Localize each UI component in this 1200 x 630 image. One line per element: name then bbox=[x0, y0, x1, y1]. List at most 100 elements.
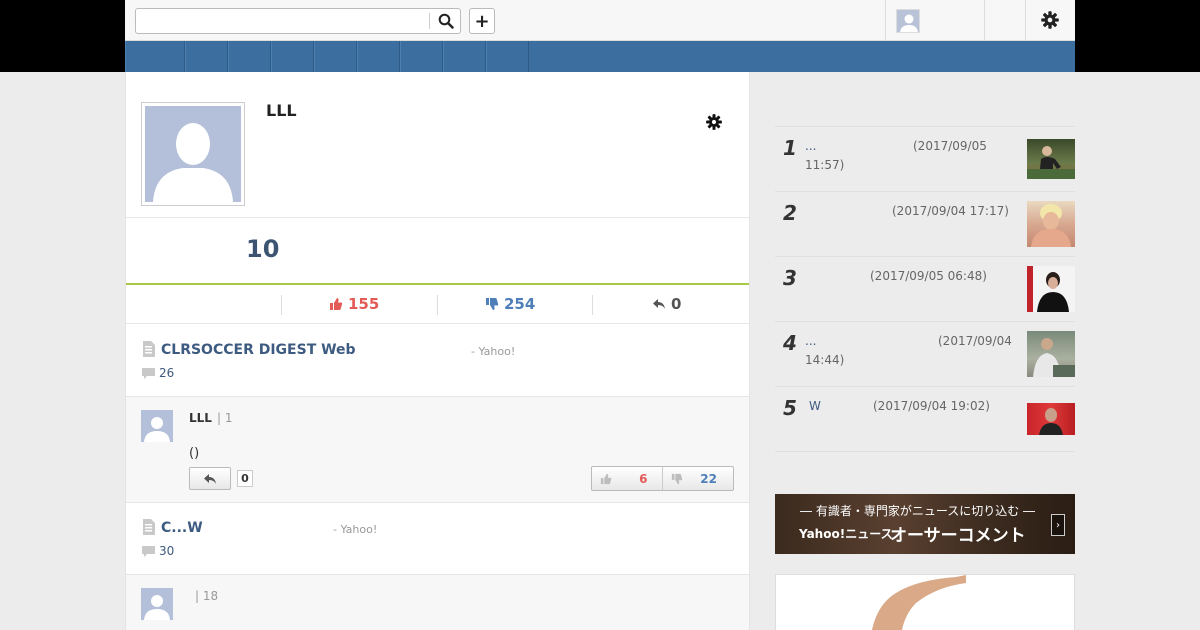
replies-stat: 0 bbox=[652, 295, 681, 313]
search-icon bbox=[438, 13, 454, 29]
avatar[interactable] bbox=[141, 410, 173, 442]
nav-tab[interactable] bbox=[400, 41, 443, 72]
plus-icon: + bbox=[474, 10, 490, 32]
article-title[interactable]: CLRSOCCER DIGEST Web bbox=[161, 342, 356, 358]
gear-icon[interactable] bbox=[705, 113, 723, 131]
avatar-silhouette-icon bbox=[153, 123, 233, 202]
rank-number: 2 bbox=[783, 201, 797, 225]
ranking-item[interactable]: 4 ... (2017/09/04 14:44) bbox=[775, 322, 1075, 387]
divider bbox=[126, 217, 749, 218]
comment-text: () bbox=[189, 446, 200, 461]
speech-bubble-icon bbox=[142, 368, 155, 379]
avatar-silhouette-icon bbox=[900, 14, 918, 32]
chevron-right-icon[interactable]: › bbox=[1051, 514, 1065, 536]
comment-username[interactable]: LLL bbox=[189, 411, 212, 425]
vote-box: 6 22 bbox=[591, 466, 734, 491]
replies-count: 0 bbox=[671, 295, 682, 313]
rank-thumbnail[interactable] bbox=[1027, 139, 1075, 179]
comment-number: | 18 bbox=[195, 589, 219, 603]
search-button[interactable] bbox=[432, 9, 460, 33]
header-divider bbox=[1025, 0, 1026, 40]
nav-bar bbox=[125, 41, 1075, 72]
profile-name: LLL bbox=[266, 101, 297, 120]
rank-thumbnail[interactable] bbox=[1027, 331, 1075, 377]
rank-date: (2017/09/04 bbox=[938, 334, 1012, 348]
rank-number: 1 bbox=[783, 136, 797, 160]
stats-row: 155 254 0 bbox=[126, 285, 749, 324]
article-comment-count[interactable]: 30 bbox=[159, 544, 174, 558]
article-comment-count[interactable]: 26 bbox=[159, 366, 174, 380]
comment-number: | 1 bbox=[217, 411, 233, 425]
header-avatar[interactable] bbox=[896, 9, 920, 33]
likes-count: 155 bbox=[348, 295, 380, 313]
search-box bbox=[135, 8, 461, 34]
reply-icon bbox=[204, 473, 216, 484]
like-button[interactable]: 6 bbox=[592, 467, 663, 490]
header-divider bbox=[885, 0, 886, 40]
dislike-count: 22 bbox=[700, 471, 717, 486]
reply-icon bbox=[653, 299, 665, 309]
avatar-silhouette-icon bbox=[144, 417, 170, 442]
ranking-item[interactable]: 5 W (2017/09/04 19:02) bbox=[775, 387, 1075, 452]
stat-divider bbox=[592, 295, 593, 315]
rank-date: (2017/09/04 17:17) bbox=[892, 204, 1009, 218]
dislikes-stat: 254 bbox=[485, 295, 535, 313]
article-source: - Yahoo! bbox=[333, 523, 378, 536]
author-comment-banner[interactable]: ― 有識者・専門家がニュースに切り込む ― Yahoo!ニュース オーサーコメン… bbox=[775, 494, 1075, 554]
rank-title[interactable]: ... bbox=[805, 139, 816, 153]
reply-button[interactable] bbox=[189, 467, 231, 490]
rank-title[interactable]: W bbox=[809, 399, 821, 413]
header: + bbox=[125, 0, 1075, 41]
search-input[interactable] bbox=[136, 9, 428, 33]
nav-tab[interactable] bbox=[443, 41, 486, 72]
search-divider bbox=[429, 13, 430, 29]
rank-number: 3 bbox=[783, 266, 797, 290]
ranking-item[interactable]: 1 ... (2017/09/05 11:57) bbox=[775, 127, 1075, 192]
nav-tab[interactable] bbox=[185, 41, 228, 72]
dislike-button[interactable]: 22 bbox=[663, 467, 734, 490]
thumbs-down-icon bbox=[671, 473, 682, 484]
ranking-item[interactable]: 2 (2017/09/04 17:17) bbox=[775, 192, 1075, 257]
comment-item: LLL | 1 () 0 6 22 bbox=[126, 397, 749, 503]
nav-tab[interactable] bbox=[314, 41, 357, 72]
rank-date-time: 11:57) bbox=[805, 158, 845, 172]
rank-thumbnail[interactable] bbox=[1027, 201, 1075, 247]
banner-subtitle: ― 有識者・専門家がニュースに切り込む ― bbox=[800, 504, 1036, 518]
main-content: LLL 10 155 254 0 CLRSOCCER DIGEST Web - … bbox=[125, 72, 750, 630]
rank-date: (2017/09/04 19:02) bbox=[873, 399, 990, 413]
add-button[interactable]: + bbox=[469, 8, 495, 34]
thumbs-down-icon bbox=[486, 298, 499, 310]
likes-stat: 155 bbox=[329, 295, 379, 313]
speech-bubble-icon bbox=[142, 546, 155, 557]
nav-tab[interactable] bbox=[125, 41, 185, 72]
profile-picture bbox=[141, 102, 245, 206]
stat-divider bbox=[437, 295, 438, 315]
nav-tab[interactable] bbox=[271, 41, 314, 72]
ad-box[interactable] bbox=[775, 574, 1075, 630]
dislikes-count: 254 bbox=[504, 295, 536, 313]
rank-date: (2017/09/05 06:48) bbox=[870, 269, 987, 283]
article-source: - Yahoo! bbox=[471, 345, 516, 358]
sidebar: 1 ... (2017/09/05 11:57) 2 (2017/09/04 1… bbox=[775, 72, 1075, 630]
nav-tab[interactable] bbox=[357, 41, 400, 72]
comment-item: | 18 bbox=[126, 575, 749, 630]
nav-tab[interactable] bbox=[486, 41, 529, 72]
banner-brand: Yahoo!ニュース bbox=[799, 527, 893, 541]
rank-thumbnail[interactable] bbox=[1027, 266, 1075, 312]
ranking-item[interactable]: 3 (2017/09/05 06:48) bbox=[775, 257, 1075, 322]
document-icon bbox=[143, 341, 155, 357]
like-count: 6 bbox=[639, 471, 648, 486]
article-item: C...W - Yahoo! 30 bbox=[126, 503, 749, 575]
banner-title: オーサーコメント bbox=[890, 526, 1026, 546]
nav-tab[interactable] bbox=[228, 41, 271, 72]
rank-date-time: 14:44) bbox=[805, 353, 845, 367]
article-title[interactable]: C...W bbox=[161, 520, 203, 536]
rank-title[interactable]: ... bbox=[805, 334, 816, 348]
article-item: CLRSOCCER DIGEST Web - Yahoo! 26 bbox=[126, 325, 749, 397]
document-icon bbox=[143, 519, 155, 535]
avatar[interactable] bbox=[141, 588, 173, 620]
rank-thumbnail[interactable] bbox=[1027, 403, 1075, 435]
header-divider bbox=[984, 0, 985, 40]
avatar-silhouette-icon bbox=[144, 595, 170, 620]
gear-icon[interactable] bbox=[1040, 10, 1060, 30]
